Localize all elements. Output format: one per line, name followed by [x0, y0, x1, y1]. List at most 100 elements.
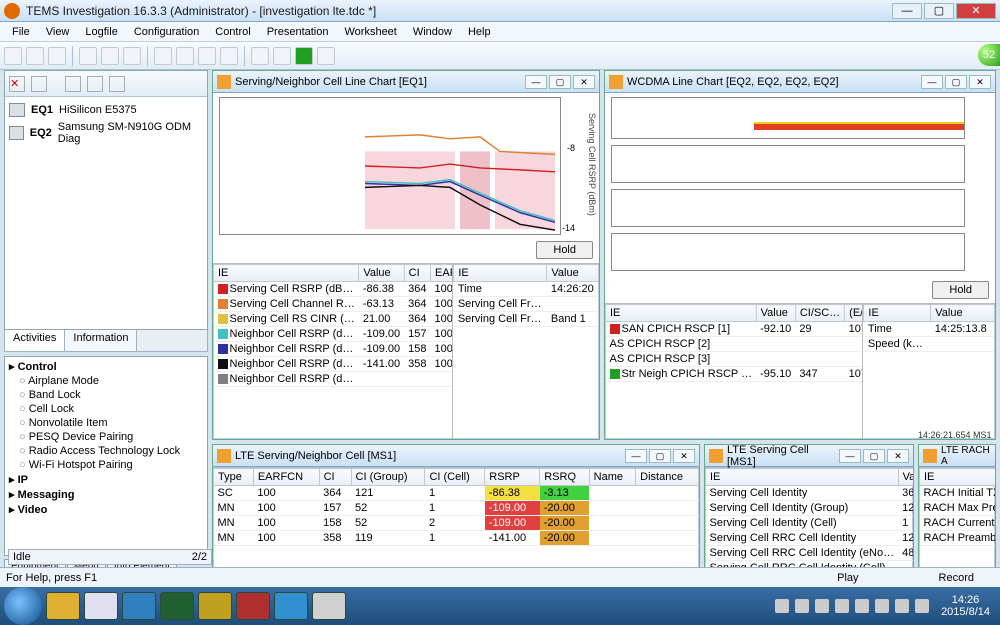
table-row[interactable]: Serving Cell RRC Cell Identity125191681 — [706, 531, 914, 546]
tree-item[interactable]: Band Lock — [9, 388, 203, 402]
tool-save[interactable] — [176, 47, 194, 65]
lte-sc-table[interactable]: IEValueServing Cell Identity364Serving C… — [705, 468, 913, 571]
tool-print[interactable] — [198, 47, 216, 65]
table-row[interactable]: RACH Preamble S — [920, 531, 996, 546]
tool-window[interactable] — [251, 47, 269, 65]
table-row[interactable]: Serving Cell RSRP (dB…-86.38364100 — [214, 282, 453, 297]
table-row[interactable]: Time14:25:13.8 — [864, 322, 995, 337]
max-button[interactable]: ▢ — [649, 449, 671, 463]
max-button[interactable]: ▢ — [549, 75, 571, 89]
lte-rach-table[interactable]: IERACH Initial TXRACH Max PreamRACH Curr… — [919, 468, 995, 546]
close-button[interactable]: ✕ — [887, 449, 909, 463]
menu-file[interactable]: File — [4, 26, 38, 38]
tree-group[interactable]: Video — [9, 502, 203, 517]
table-row[interactable]: Serving Cell Channel R…-63.13364100 — [214, 297, 453, 312]
menu-configuration[interactable]: Configuration — [126, 26, 207, 38]
close-button[interactable]: ✕ — [573, 75, 595, 89]
chart1-grid-right[interactable]: IEValueTime14:26:20Serving Cell Fr…Servi… — [453, 264, 599, 327]
table-row[interactable]: RACH Current TX — [920, 516, 996, 531]
table-row[interactable]: Neighbor Cell RSRP (d… — [214, 372, 453, 387]
equipment-item[interactable]: EQ2 Samsung SM-N910G ODM Diag — [9, 119, 203, 147]
tree-item[interactable]: Wi-Fi Hotspot Pairing — [9, 458, 203, 472]
table-row[interactable]: Neighbor Cell RSRP (d…-109.00157100 — [214, 327, 453, 342]
menu-control[interactable]: Control — [207, 26, 258, 38]
lte-rach-window[interactable]: LTE RACH A IERACH Initial TXRACH Max Pre… — [918, 444, 996, 572]
stack-icon[interactable] — [87, 76, 103, 92]
delete-icon[interactable]: ✕ — [9, 76, 25, 92]
tool-stop[interactable] — [101, 47, 119, 65]
equipment-item[interactable]: EQ1 HiSilicon E5375 — [9, 101, 203, 119]
min-button[interactable]: — — [839, 449, 861, 463]
tree-group[interactable]: Messaging — [9, 487, 203, 502]
tool-nav-back[interactable] — [4, 47, 22, 65]
tool-refresh[interactable] — [273, 47, 291, 65]
gear-icon[interactable] — [65, 76, 81, 92]
menu-presentation[interactable]: Presentation — [259, 26, 337, 38]
tray-icon[interactable] — [895, 599, 909, 613]
system-tray[interactable]: 14:262015/8/14 — [775, 594, 996, 618]
task-icon[interactable] — [84, 592, 118, 620]
max-button[interactable]: ▢ — [863, 449, 885, 463]
tool-record[interactable] — [79, 47, 97, 65]
lte-serving-neighbor-window[interactable]: LTE Serving/Neighbor Cell [MS1] — ▢ ✕ Ty… — [212, 444, 700, 572]
serving-neighbor-chart-window[interactable]: Serving/Neighbor Cell Line Chart [EQ1] —… — [212, 70, 600, 440]
minimize-button[interactable]: — — [892, 3, 922, 19]
menu-worksheet[interactable]: Worksheet — [336, 26, 404, 38]
chart1-grid-left[interactable]: IEValueCIEAFServing Cell RSRP (dB…-86.38… — [213, 264, 452, 387]
tree-item[interactable]: PESQ Device Pairing — [9, 430, 203, 444]
tray-icon[interactable] — [915, 599, 929, 613]
hold-button[interactable]: Hold — [932, 281, 989, 299]
task-icon[interactable] — [236, 592, 270, 620]
table-row[interactable]: Serving Cell RS CINR (…21.00364100 — [214, 312, 453, 327]
tray-icon[interactable] — [795, 599, 809, 613]
tree-item[interactable]: Radio Access Technology Lock — [9, 444, 203, 458]
tray-icon[interactable] — [855, 599, 869, 613]
table-row[interactable]: RACH Max Pream — [920, 501, 996, 516]
max-button[interactable]: ▢ — [945, 75, 967, 89]
tab-information[interactable]: Information — [65, 330, 137, 351]
table-row[interactable]: AS CPICH RSCP [3] — [606, 352, 863, 367]
table-row[interactable]: Serving Cell Identity364 — [706, 486, 914, 501]
table-row[interactable]: MN100157521-109.00-20.00 — [214, 501, 699, 516]
tree-item[interactable]: Nonvolatile Item — [9, 416, 203, 430]
green-orb[interactable]: 52 — [978, 44, 1000, 66]
table-row[interactable]: Serving Cell Identity (Group)121 — [706, 501, 914, 516]
activity-tree[interactable]: ControlAirplane ModeBand LockCell LockNo… — [4, 356, 208, 556]
table-row[interactable]: SC1003641211-86.38-3.13 — [214, 486, 699, 501]
maximize-button[interactable]: ▢ — [924, 3, 954, 19]
task-icon[interactable] — [198, 592, 232, 620]
task-icon[interactable] — [160, 592, 194, 620]
close-button[interactable]: ✕ — [956, 3, 996, 19]
table-row[interactable]: MN1003581191-141.00-20.00 — [214, 531, 699, 546]
min-button[interactable]: — — [525, 75, 547, 89]
table-row[interactable]: Str Neigh CPICH RSCP …-95.1034710713 — [606, 367, 863, 382]
task-icon[interactable] — [274, 592, 308, 620]
menu-logfile[interactable]: Logfile — [77, 26, 125, 38]
start-button[interactable] — [4, 587, 42, 625]
table-row[interactable]: Serving Cell Identity (Cell)1 — [706, 516, 914, 531]
table-row[interactable]: RACH Initial TX — [920, 486, 996, 501]
tree-group[interactable]: IP — [9, 472, 203, 487]
table-row[interactable]: Serving Cell Fr… — [454, 297, 599, 312]
hold-button[interactable]: Hold — [536, 241, 593, 259]
link-icon[interactable] — [31, 76, 47, 92]
tray-icon[interactable] — [775, 599, 789, 613]
table-row[interactable]: SAN CPICH RSCP [1]-92.102910713 — [606, 322, 863, 337]
tool-fwd[interactable] — [48, 47, 66, 65]
tray-icon[interactable] — [875, 599, 889, 613]
table-row[interactable]: Neighbor Cell RSRP (d…-109.00158100 — [214, 342, 453, 357]
clock[interactable]: 14:262015/8/14 — [935, 594, 996, 618]
close-button[interactable]: ✕ — [673, 449, 695, 463]
tool-world[interactable] — [123, 47, 141, 65]
tree-item[interactable]: Airplane Mode — [9, 374, 203, 388]
tree-group[interactable]: Control — [9, 359, 203, 374]
tray-icon[interactable] — [815, 599, 829, 613]
table-row[interactable]: Serving Cell RRC Cell Identity (eNo…4890… — [706, 546, 914, 561]
tool-grid[interactable] — [295, 47, 313, 65]
table-row[interactable]: Serving Cell Fr…Band 1 — [454, 312, 599, 327]
tree-item[interactable]: Cell Lock — [9, 402, 203, 416]
tab-activities[interactable]: Activities — [5, 330, 65, 351]
min-button[interactable]: — — [921, 75, 943, 89]
wcdma-chart-window[interactable]: WCDMA Line Chart [EQ2, EQ2, EQ2, EQ2] — … — [604, 70, 996, 440]
chart2-grid-right[interactable]: IEValueTime14:25:13.8Speed (k… — [863, 304, 995, 352]
